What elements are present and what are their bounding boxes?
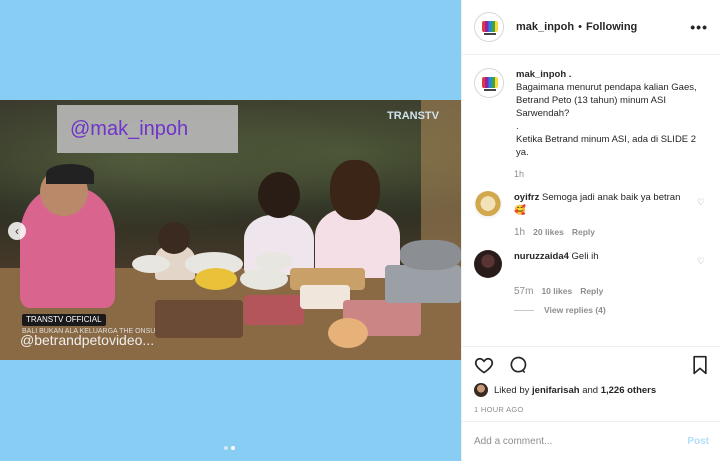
post-button[interactable]: Post (687, 436, 709, 447)
heart-icon[interactable]: ♡ (697, 256, 705, 267)
header-separator: • (578, 21, 582, 33)
bookmark-icon[interactable] (691, 355, 709, 375)
reply-button[interactable]: Reply (572, 227, 595, 238)
carousel-dot-active (231, 446, 235, 450)
likes-and: and (582, 384, 599, 396)
channel-logo: TRANSTV (387, 110, 439, 122)
food-bowl (240, 268, 288, 290)
post-media[interactable]: @mak_inpoh TRANSTV TRANSTV OFFICIAL BALI… (0, 0, 461, 461)
comment-likes[interactable]: 10 likes (541, 286, 572, 297)
comment-meta: 57m 10 likes Reply (514, 286, 709, 297)
carousel-prev-button[interactable]: ‹ (8, 222, 26, 240)
add-comment-bar: Add a comment... Post (462, 421, 720, 461)
likes-prefix: Liked by (494, 384, 530, 396)
tv-stand (484, 33, 496, 35)
post-sidebar: mak_inpoh • Following ••• mak_inpoh . Ba… (461, 0, 720, 461)
header-username[interactable]: mak_inpoh (516, 21, 574, 33)
replies-divider (514, 309, 534, 311)
reply-button[interactable]: Reply (580, 286, 603, 297)
following-button[interactable]: Following (586, 21, 637, 33)
watermark-text: @mak_inpoh (70, 118, 189, 140)
comment-input[interactable]: Add a comment... (474, 436, 552, 447)
post-timestamp[interactable]: 1 HOUR AGO (474, 405, 709, 414)
comment-item: oyifrz Semoga jadi anak baik ya betran 🥰… (474, 191, 709, 219)
food-bowl (132, 255, 170, 273)
comment-text: Geli ih (571, 251, 599, 262)
comment-meta: 1h 20 likes Reply (514, 227, 709, 238)
comment-time[interactable]: 57m (514, 286, 533, 297)
comment-username[interactable]: nuruzzaida4 (514, 251, 569, 262)
heart-icon[interactable]: ♡ (697, 197, 705, 208)
post-header: mak_inpoh • Following ••• (462, 0, 720, 55)
comments-section[interactable]: mak_inpoh . Bagaimana menurut pendapa ka… (462, 56, 720, 346)
avatar[interactable] (474, 12, 504, 42)
caption-body: mak_inpoh . Bagaimana menurut pendapa ka… (516, 68, 709, 159)
carousel-dot (224, 446, 228, 450)
food-bowl (255, 252, 293, 270)
comment-username[interactable]: oyifrz (514, 192, 539, 203)
channel-badge: TRANSTV OFFICIAL (22, 314, 106, 326)
action-icons (474, 353, 709, 377)
video-frame[interactable]: @mak_inpoh TRANSTV TRANSTV OFFICIAL BALI… (0, 100, 461, 360)
avatar[interactable] (474, 191, 502, 219)
tv-icon (482, 77, 498, 88)
person-child-head (158, 222, 190, 254)
overlay-handle: @betrandpetovideo... (20, 332, 155, 348)
caption: mak_inpoh . Bagaimana menurut pendapa ka… (474, 68, 709, 159)
grill-pan (385, 265, 461, 303)
comment-item: nuruzzaida4 Geli ih ♡ (474, 250, 709, 278)
more-options-icon[interactable]: ••• (690, 19, 708, 35)
liker-avatar[interactable] (474, 383, 488, 397)
tv-stand (484, 89, 496, 91)
tv-icon (482, 21, 498, 32)
comment-icon[interactable] (508, 355, 528, 375)
caption-time[interactable]: 1h (514, 169, 709, 179)
food-plate (328, 318, 368, 348)
avatar[interactable] (474, 68, 504, 98)
view-replies-label: View replies (4) (544, 305, 606, 315)
food-tray (244, 295, 304, 325)
comment-text: Semoga jadi anak baik ya betran 🥰 (514, 192, 681, 216)
caption-username[interactable]: mak_inpoh . (516, 68, 709, 81)
person-woman-head (330, 160, 380, 220)
comment-likes[interactable]: 20 likes (533, 227, 564, 238)
person-boy-head (258, 172, 300, 218)
liker-username[interactable]: jenifarisah (532, 385, 580, 396)
carousel-dots (224, 446, 235, 450)
avatar[interactable] (474, 250, 502, 278)
comment-body: oyifrz Semoga jadi anak baik ya betran 🥰 (514, 191, 684, 219)
post-actions: Liked by jenifarisah and 1,226 others 1 … (462, 346, 720, 414)
comment-time[interactable]: 1h (514, 227, 525, 238)
hotpot (400, 240, 461, 270)
likes-others[interactable]: 1,226 others (601, 385, 656, 396)
person-left-cap (46, 164, 94, 184)
food-tray (155, 300, 243, 338)
comment-body: nuruzzaida4 Geli ih (514, 250, 684, 278)
likes-summary: Liked by jenifarisah and 1,226 others (474, 383, 709, 397)
caption-text: Bagaimana menurut pendapa kalian Gaes, B… (516, 82, 697, 158)
food-bowl (195, 268, 237, 290)
view-replies-button[interactable]: View replies (4) (514, 305, 709, 315)
heart-icon[interactable] (474, 355, 494, 375)
